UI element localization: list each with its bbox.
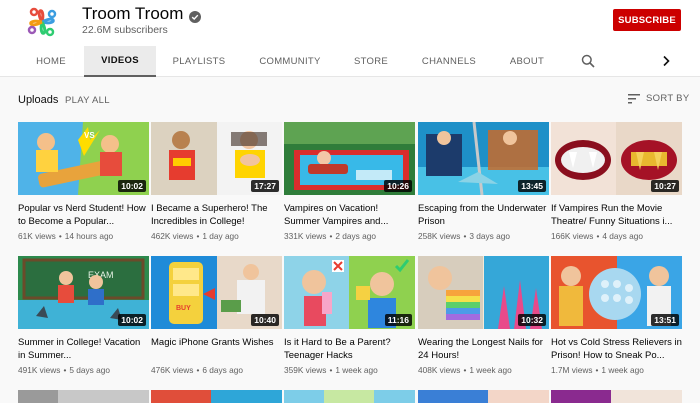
channel-title: Troom Troom [82,4,202,24]
video-views: 491K views [18,365,61,375]
svg-text:BUY: BUY [176,305,191,312]
video-views: 61K views [18,231,56,241]
video-age: 1 day ago [202,231,239,241]
tab-community[interactable]: COMMUNITY [250,46,330,77]
video-meta: 166K views • 4 days ago [551,231,643,241]
video-views: 1.7M views [551,365,593,375]
video-views: 476K views [151,365,194,375]
video-age: 1 week ago [335,365,378,375]
video-card[interactable]: 10:32 Wearing the Longest Nails for 24 H… [418,256,549,375]
tab-channels[interactable]: CHANNELS [412,46,486,77]
video-card[interactable]: 10:27 If Vampires Run the Movie Theatre/… [551,122,682,241]
video-meta: 491K views • 5 days ago [18,365,110,375]
video-views: 166K views [551,231,594,241]
channel-tabs: HOME VIDEOS PLAYLISTS COMMUNITY STORE CH… [0,46,700,77]
video-thumbnail-partial[interactable] [18,390,149,403]
video-card[interactable]: 13:45 Escaping from the Underwater Priso… [418,122,549,241]
video-title[interactable]: Magic iPhone Grants Wishes [151,336,282,362]
video-meta: 359K views • 1 week ago [284,365,378,375]
search-icon[interactable] [581,54,595,68]
video-age: 2 days ago [335,231,376,241]
video-views: 408K views [418,365,461,375]
video-duration: 11:16 [384,314,412,326]
video-meta: 258K views • 3 days ago [418,231,510,241]
tab-home[interactable]: HOME [20,46,82,77]
video-thumbnail[interactable]: 13:51 [551,256,682,329]
video-duration: 10:02 [118,314,146,326]
video-title[interactable]: If Vampires Run the Movie Theatre/ Funny… [551,202,682,228]
tab-videos[interactable]: VIDEOS [84,46,156,77]
video-title[interactable]: Vampires on Vacation! Summer Vampires an… [284,202,415,228]
video-title[interactable]: Escaping from the Underwater Prison [418,202,549,228]
video-duration: 10:26 [384,180,412,192]
sort-by-label: SORT BY [646,93,690,104]
video-age: 3 days ago [469,231,510,241]
video-card[interactable]: 13:51 Hot vs Cold Stress Relievers in Pr… [551,256,682,375]
video-card[interactable]: VS 10:02 Popular vs Nerd Student! How to… [18,122,149,241]
video-title[interactable]: Summer in College! Vacation in Summer... [18,336,149,362]
subscribe-button[interactable]: SUBSCRIBE [613,9,681,31]
video-thumbnail[interactable]: 10:26 [284,122,415,195]
video-age: 1 week ago [469,365,512,375]
video-meta: 476K views • 6 days ago [151,365,243,375]
video-thumbnail[interactable]: 17:27 [151,122,282,195]
video-card[interactable]: 11:16 Is it Hard to Be a Parent? Teenage… [284,256,415,375]
sort-by-button[interactable]: SORT BY [628,93,689,104]
channel-logo-icon[interactable] [24,4,60,40]
video-duration: 10:02 [118,180,146,192]
video-title[interactable]: Wearing the Longest Nails for 24 Hours! [418,336,549,362]
video-thumbnail[interactable]: 13:45 [418,122,549,195]
video-thumbnail[interactable]: 10:27 [551,122,682,195]
video-duration: 13:45 [518,180,546,192]
channel-name: Troom Troom [82,4,184,23]
tab-store[interactable]: STORE [342,46,400,77]
channel-header: Troom Troom 22.6M subscribers SUBSCRIBE [0,0,700,46]
video-age: 4 days ago [602,231,643,241]
video-meta: 408K views • 1 week ago [418,365,512,375]
video-duration: 10:27 [651,180,679,192]
video-meta: 462K views • 1 day ago [151,231,239,241]
sort-icon [628,93,640,104]
video-thumbnail[interactable]: BUY 10:40 [151,256,282,329]
video-views: 331K views [284,231,327,241]
video-thumbnail[interactable]: EXAM 10:02 [18,256,149,329]
verified-icon [189,8,202,23]
video-thumbnail-partial[interactable] [418,390,549,403]
video-card[interactable]: 17:27 I Became a Superhero! The Incredib… [151,122,282,241]
video-age: 5 days ago [69,365,110,375]
video-views: 359K views [284,365,327,375]
video-duration: 13:51 [651,314,679,326]
video-title[interactable]: Popular vs Nerd Student! How to Become a… [18,202,149,228]
video-meta: 61K views • 14 hours ago [18,231,114,241]
video-thumbnail[interactable]: VS 10:02 [18,122,149,195]
play-all-button[interactable]: PLAY ALL [65,95,110,106]
video-meta: 1.7M views • 1 week ago [551,365,644,375]
subscriber-count: 22.6M subscribers [82,24,168,36]
video-thumbnail-partial[interactable] [284,390,415,403]
video-thumbnail[interactable]: 11:16 [284,256,415,329]
video-card[interactable]: EXAM 10:02 Summer in College! Vacation i… [18,256,149,375]
video-thumbnail-partial[interactable] [151,390,282,403]
tab-about[interactable]: ABOUT [498,46,556,77]
tab-playlists[interactable]: PLAYLISTS [160,46,238,77]
video-title[interactable]: Hot vs Cold Stress Relievers in Prison! … [551,336,682,362]
video-duration: 10:40 [251,314,279,326]
video-card[interactable]: BUY 10:40 Magic iPhone Grants Wishes 476… [151,256,282,375]
video-duration: 17:27 [251,180,279,192]
video-title[interactable]: I Became a Superhero! The Incredibles in… [151,202,282,228]
video-card[interactable]: 10:26 Vampires on Vacation! Summer Vampi… [284,122,415,241]
video-views: 462K views [151,231,194,241]
video-duration: 10:32 [518,314,546,326]
video-title[interactable]: Is it Hard to Be a Parent? Teenager Hack… [284,336,415,362]
video-views: 258K views [418,231,461,241]
video-thumbnail[interactable]: 10:32 [418,256,549,329]
uploads-label: Uploads [18,94,59,106]
video-meta: 331K views • 2 days ago [284,231,376,241]
svg-text:VS: VS [84,131,95,140]
chevron-right-icon[interactable] [659,54,673,68]
video-age: 1 week ago [601,365,644,375]
video-age: 14 hours ago [64,231,114,241]
video-thumbnail-partial[interactable] [551,390,682,403]
video-age: 6 days ago [202,365,243,375]
